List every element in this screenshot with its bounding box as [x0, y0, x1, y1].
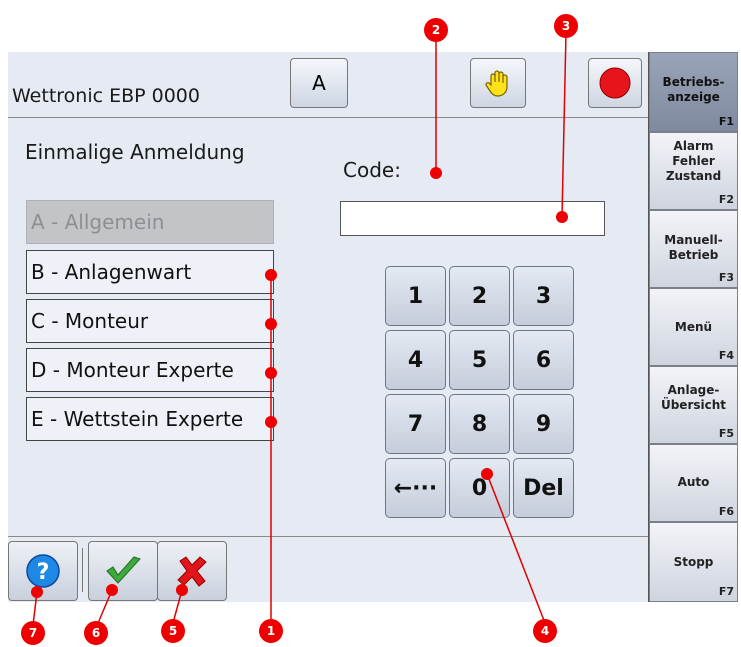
- callout-badge-6: 6: [84, 621, 108, 645]
- callout-dot-1c: [265, 318, 277, 330]
- callout-badge-2: 2: [424, 18, 448, 42]
- callout-dot-4: [481, 468, 493, 480]
- callout-badge-1: 1: [259, 619, 283, 643]
- callout-dot-5: [176, 584, 188, 596]
- callout-dot-3: [556, 211, 568, 223]
- callout-badge-4: 4: [533, 619, 557, 643]
- callout-dot-6: [106, 584, 118, 596]
- callout-lines: [32, 32, 567, 629]
- callout-badge-5: 5: [161, 619, 185, 643]
- callout-dot-1d: [265, 367, 277, 379]
- callout-dot-2: [430, 167, 442, 179]
- callout-badge-3: 3: [554, 14, 578, 38]
- callout-dot-7: [31, 586, 43, 598]
- callout-dot-1e: [265, 416, 277, 428]
- callout-dot-1b: [265, 269, 277, 281]
- callout-badge-7: 7: [21, 621, 45, 645]
